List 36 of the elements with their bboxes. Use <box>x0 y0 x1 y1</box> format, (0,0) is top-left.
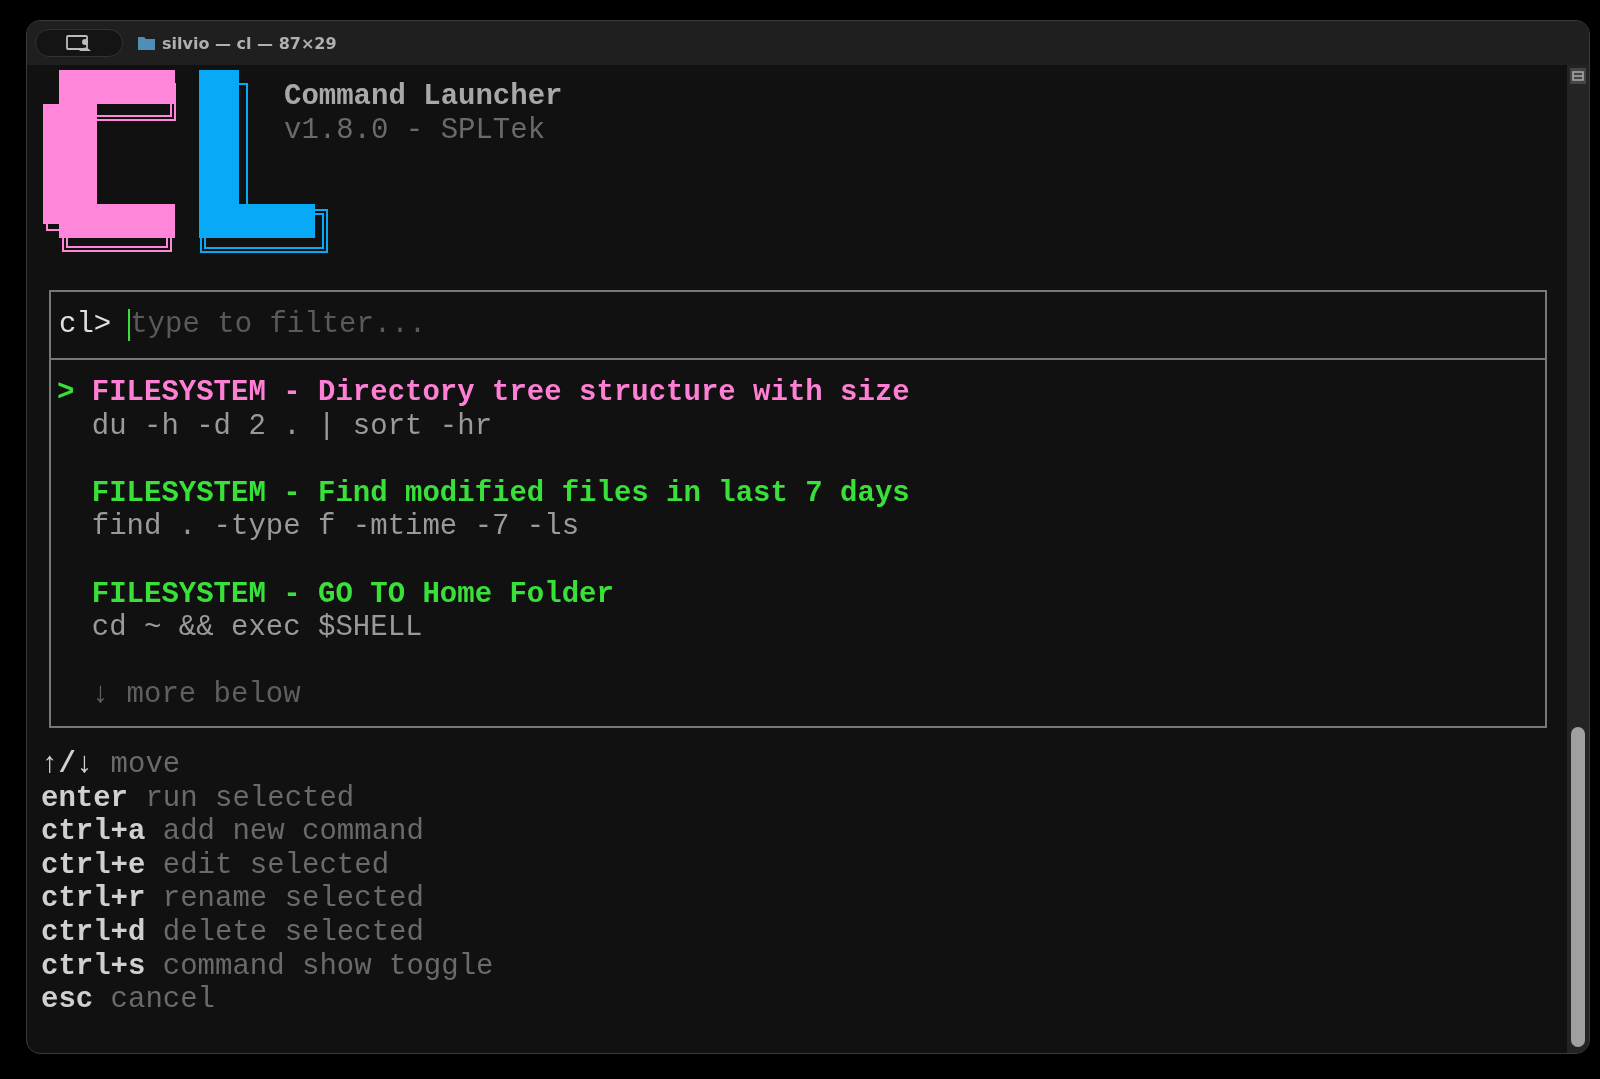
profile-button[interactable] <box>35 29 123 57</box>
window-title: silvio — cl — 87×29 <box>162 33 337 53</box>
shortcut-key: esc <box>41 983 94 1017</box>
shortcut-action: command show toggle <box>162 949 494 984</box>
version-text: v1.8.0 - SPLTek <box>284 113 547 148</box>
app-title: Command Launcher <box>284 80 563 114</box>
shortcut-key: enter <box>41 781 128 816</box>
shortcut-action: rename selected <box>162 882 424 916</box>
command-title[interactable]: FILESYSTEM - Find modified files in last 7 days <box>91 476 910 511</box>
command-text: du -h -d 2 . | sort -hr <box>91 409 493 444</box>
screen-person-icon <box>66 34 92 52</box>
command-text: cd ~ && exec $SHELL <box>91 611 423 645</box>
folder-icon <box>137 35 156 51</box>
shortcut-key: ctrl+r <box>41 882 146 916</box>
shortcut-action: cancel <box>110 983 216 1017</box>
command-title[interactable]: FILESYSTEM - Directory tree structure with size <box>91 376 910 410</box>
shortcut-action: run selected <box>145 781 355 816</box>
shortcut-key: ctrl+d <box>41 915 146 950</box>
command-title[interactable]: FILESYSTEM - GO TO Home Folder <box>91 577 614 612</box>
text-cursor <box>128 309 131 341</box>
command-text: find . -type f -mtime -7 -ls <box>91 510 580 544</box>
shortcut-action: edit selected <box>162 848 390 883</box>
shortcut-action: delete selected <box>162 915 424 950</box>
shortcut-key: ↑/↓ <box>41 747 94 782</box>
menu-icon[interactable] <box>1569 67 1587 85</box>
shortcut-key: ctrl+s <box>41 949 146 984</box>
shortcut-key: ctrl+e <box>41 848 146 883</box>
shortcut-key: ctrl+a <box>41 815 146 849</box>
selection-pointer: > <box>57 376 76 410</box>
more-below-hint: ↓ more below <box>91 678 301 712</box>
scrollbar[interactable] <box>1567 65 1589 1053</box>
shortcut-action: move <box>110 747 181 782</box>
shortcut-action: add new command <box>162 815 424 849</box>
prompt-text: cl> <box>59 308 112 342</box>
filter-field[interactable]: type to filter... <box>130 308 1545 342</box>
scrollbar-thumb[interactable] <box>1571 727 1585 1047</box>
